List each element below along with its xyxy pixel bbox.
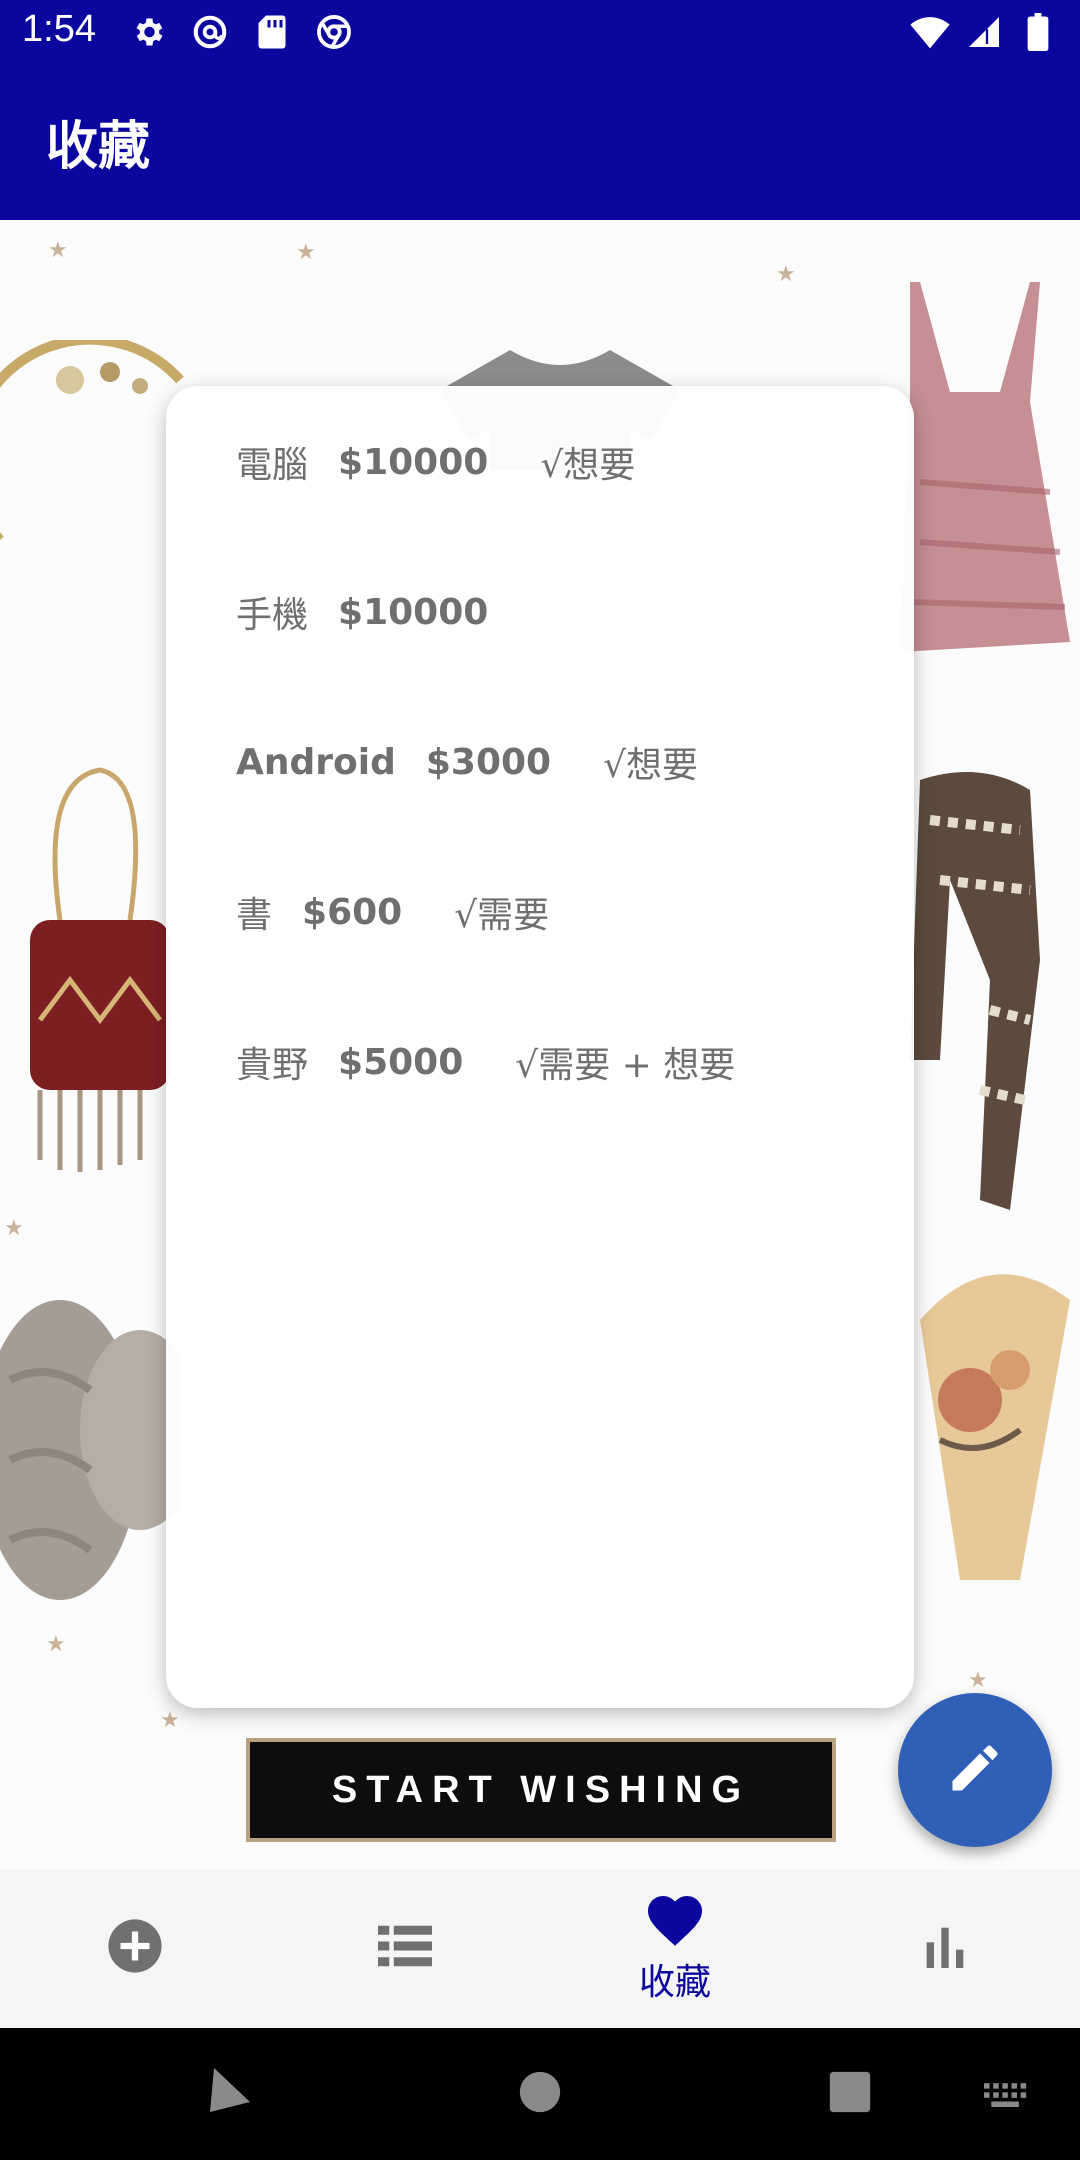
back-icon[interactable] xyxy=(206,2064,254,2120)
favorites-card: 電腦 $10000 √想要 手機 $10000 Android $3000 √想… xyxy=(166,386,914,1708)
at-sign-icon xyxy=(190,12,230,52)
list-item[interactable]: Android $3000 √想要 xyxy=(236,736,698,788)
battery-icon xyxy=(1018,12,1058,52)
item-tag: √想要 xyxy=(540,445,636,486)
list-item[interactable]: 書 $600 √需要 xyxy=(236,886,549,938)
nav-stats[interactable] xyxy=(810,1870,1080,2028)
bottom-navigation: 收藏 xyxy=(0,1870,1080,2028)
item-price: $5000 xyxy=(338,1041,464,1083)
item-tag: √需要 xyxy=(454,895,550,936)
bar-chart-icon xyxy=(923,1924,967,1972)
system-navigation-bar xyxy=(0,2028,1080,2160)
item-name: 貴野 xyxy=(236,1045,309,1086)
status-icons-left xyxy=(128,12,354,52)
mittens-image xyxy=(0,1280,200,1660)
page-title: 收藏 xyxy=(46,117,151,177)
nav-favorites[interactable]: 收藏 xyxy=(540,1870,810,2028)
hairbrush-image xyxy=(900,1260,1080,1590)
wifi-icon xyxy=(910,12,950,52)
status-bar: 1:54 xyxy=(0,0,1080,66)
star-decoration: ★ xyxy=(48,238,68,263)
item-name: 書 xyxy=(236,895,273,936)
star-decoration: ★ xyxy=(4,1216,24,1241)
gear-icon xyxy=(128,12,168,52)
app-bar: 收藏 xyxy=(0,66,1080,220)
home-icon[interactable] xyxy=(518,2070,562,2118)
list-item[interactable]: 電腦 $10000 √想要 xyxy=(236,436,635,488)
item-name: 電腦 xyxy=(236,445,309,486)
nav-favorites-label: 收藏 xyxy=(638,1962,711,2003)
edit-fab-button[interactable] xyxy=(898,1693,1052,1847)
nav-list[interactable] xyxy=(270,1870,540,2028)
list-item[interactable]: 手機 $10000 xyxy=(236,586,540,638)
heart-icon xyxy=(645,1893,705,1951)
nav-add[interactable] xyxy=(0,1870,270,2028)
item-name: 手機 xyxy=(236,595,309,636)
item-price: $600 xyxy=(302,891,403,933)
item-name: Android xyxy=(236,741,396,783)
start-wishing-banner: START WISHING xyxy=(246,1738,836,1842)
item-tag: √需要 + 想要 xyxy=(515,1045,736,1086)
add-circle-icon xyxy=(106,1917,164,1979)
pencil-icon xyxy=(945,1738,1005,1802)
keyboard-icon[interactable] xyxy=(984,2082,1028,2114)
item-price: $3000 xyxy=(425,741,552,783)
sd-card-icon xyxy=(252,12,292,52)
star-decoration: ★ xyxy=(160,1708,180,1733)
item-price: $10000 xyxy=(338,591,489,633)
chrome-icon xyxy=(314,12,354,52)
star-decoration: ★ xyxy=(296,240,316,265)
item-tag: √想要 xyxy=(603,745,699,786)
list-icon xyxy=(378,1923,432,1973)
signal-icon xyxy=(964,12,1004,52)
status-time: 1:54 xyxy=(22,8,96,50)
star-decoration: ★ xyxy=(776,262,796,287)
status-icons-right xyxy=(910,12,1058,52)
item-price: $10000 xyxy=(338,441,489,483)
start-wishing-text: START WISHING xyxy=(331,1768,751,1811)
list-item[interactable]: 貴野 $5000 √需要 + 想要 xyxy=(236,1036,735,1088)
star-decoration: ★ xyxy=(968,1668,988,1693)
recents-icon[interactable] xyxy=(828,2070,872,2118)
